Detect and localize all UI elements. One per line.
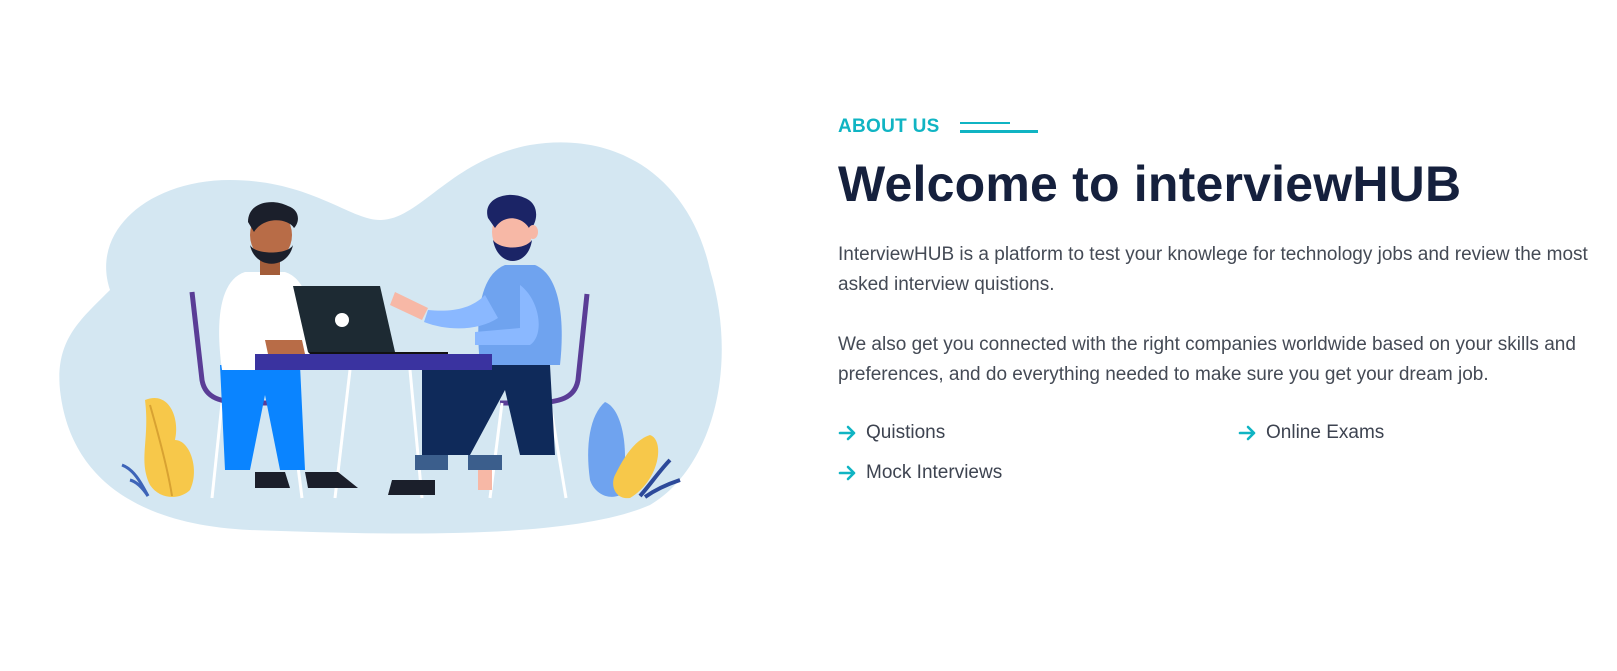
feature-item-quistions: Quistions [838,418,1238,448]
section-eyebrow: ABOUT US [838,116,940,137]
feature-item-online-exams: Online Exams [1238,418,1598,448]
table-top [255,354,492,370]
feature-label: Quistions [866,422,946,443]
eyebrow-row: ABOUT US [838,112,1598,142]
arrow-right-icon [838,463,858,483]
about-section: ABOUT US Welcome to interviewHUB Intervi… [0,0,1617,671]
about-content: ABOUT US Welcome to interviewHUB Intervi… [838,112,1598,488]
intro-paragraph: InterviewHUB is a platform to test your … [838,244,1588,295]
feature-item-mock-interviews: Mock Interviews [838,458,1238,488]
feature-list: Quistions Online Exams Mock Interviews [838,418,1598,488]
arrow-right-icon [838,423,858,443]
page-title: Welcome to interviewHUB [838,156,1462,212]
eyebrow-decoration [959,121,1038,133]
arrow-right-icon [1238,423,1258,443]
feature-label: Mock Interviews [866,462,1003,483]
meeting-illustration [50,140,750,540]
connect-paragraph: We also get you connected with the right… [838,334,1576,385]
feature-label: Online Exams [1266,422,1385,443]
